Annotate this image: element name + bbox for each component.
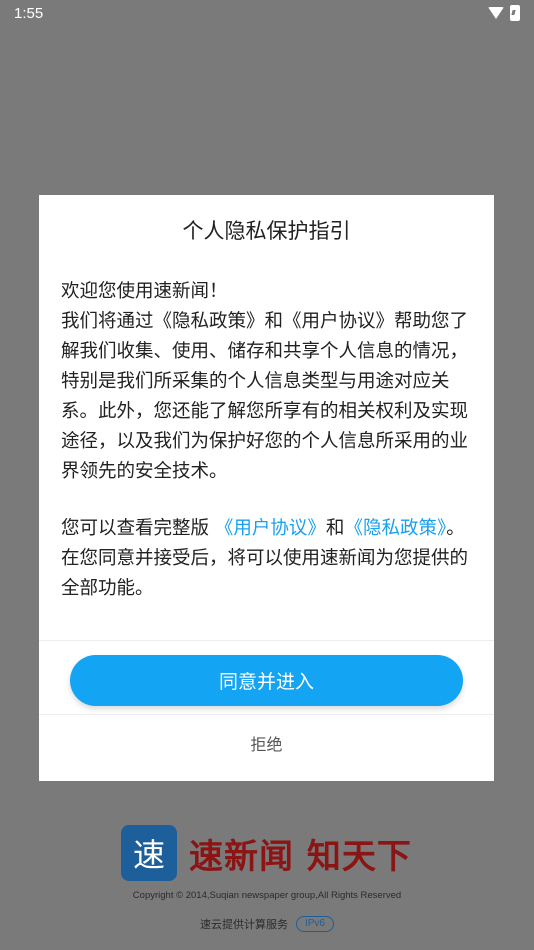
divider [39,640,494,641]
status-bar: 1:55 [0,0,534,28]
service-text: 速云提供计算服务 [199,918,288,931]
brand-logo: 速 速新闻 知天下 [121,825,412,881]
dialog-body: 欢迎您使用速新闻！ 我们将通过《隐私政策》和《用户协议》帮助您了解我们收集、使用… [61,277,473,604]
reject-button[interactable]: 拒绝 [39,715,494,771]
ipv6-badge: IPv6 [295,916,334,932]
dialog-title: 个人隐私保护指引 [182,219,351,243]
status-time: 1:55 [14,5,44,22]
privacy-dialog: 个人隐私保护指引 欢迎您使用速新闻！ 我们将通过《隐私政策》和《用户协议》帮助您… [39,195,494,781]
policy-description: 我们将通过《隐私政策》和《用户协议》帮助您了解我们收集、使用、储存和共享个人信息… [61,311,469,482]
agreement-paragraph: 您可以查看完整版 《用户协议》和《隐私政策》。在您同意并接受后，将可以使用速新闻… [61,514,473,604]
app-logo-icon: 速 [121,825,177,881]
and-text: 和 [325,518,345,539]
agree-button[interactable]: 同意并进入 [70,655,463,706]
agreement-prefix: 您可以查看完整版 [61,518,210,539]
service-line: 速云提供计算服务 IPv6 [0,916,534,932]
wifi-icon [488,7,504,19]
brand-slogan: 速新闻 知天下 [189,836,412,877]
status-icons [488,5,520,21]
greeting-text: 欢迎您使用速新闻！ [61,281,228,302]
privacy-policy-link[interactable]: 《隐私政策》 [344,518,446,539]
battery-charging-icon [510,5,520,21]
user-agreement-link[interactable]: 《用户协议》 [215,518,326,539]
copyright-text: Copyright © 2014,Suqian newspaper group,… [132,890,402,901]
